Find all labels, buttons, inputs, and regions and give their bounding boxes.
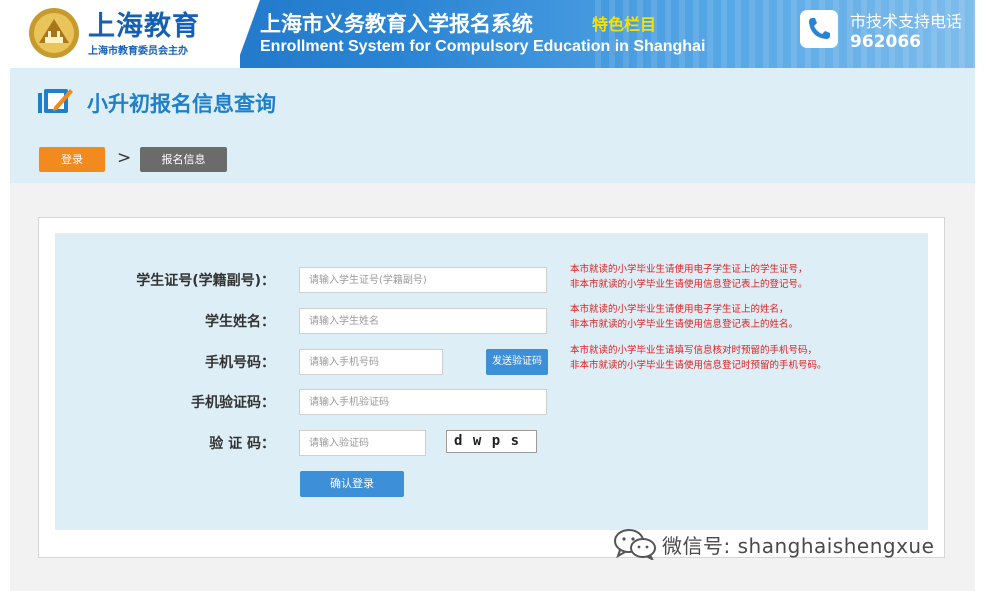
logo-subtitle: 上海市教育委员会主办 xyxy=(88,46,188,57)
system-title-cn: 上海市义务教育入学报名系统 xyxy=(260,12,533,36)
breadcrumb-current-step: 报名信息 xyxy=(140,147,227,172)
phone-input[interactable] xyxy=(299,349,443,375)
send-code-button[interactable]: 发送验证码 xyxy=(486,349,548,375)
phone-note: 本市就读的小学毕业生请填写信息核对时预留的手机号码， 非本市就读的小学毕业生请使… xyxy=(570,343,827,373)
edit-icon xyxy=(38,89,73,113)
breadcrumb-separator: > xyxy=(117,148,132,168)
student-name-label: 学生姓名： xyxy=(205,314,275,330)
student-name-note: 本市就读的小学毕业生请使用电子学生证上的姓名， 非本市就读的小学毕业生请使用信息… xyxy=(570,302,798,332)
wechat-watermark: 微信号: shanghaishengxue xyxy=(612,527,934,561)
note-line: 本市就读的小学毕业生请使用电子学生证上的姓名， xyxy=(570,304,789,315)
sms-code-label: 手机验证码： xyxy=(191,395,275,411)
wechat-icon xyxy=(614,529,656,560)
phone-icon xyxy=(800,10,838,48)
note-line: 本市就读的小学毕业生请填写信息核对时预留的手机号码， xyxy=(570,345,818,356)
breadcrumb-login-step[interactable]: 登录 xyxy=(39,147,105,172)
confirm-login-button[interactable]: 确认登录 xyxy=(300,471,404,497)
page-title: 小升初报名信息查询 xyxy=(87,92,276,116)
system-title-en: Enrollment System for Compulsory Educati… xyxy=(260,38,706,55)
sms-code-input[interactable] xyxy=(299,389,547,415)
captcha-input[interactable] xyxy=(299,430,426,456)
phone-label: 手机号码： xyxy=(205,355,275,371)
title-band: 小升初报名信息查询 登录 > 报名信息 xyxy=(10,68,975,183)
support-phone-number: 962066 xyxy=(850,32,921,52)
system-tag: 特色栏目 xyxy=(592,15,657,34)
note-line: 本市就读的小学毕业生请使用电子学生证上的学生证号， xyxy=(570,264,808,275)
note-line: 非本市就读的小学毕业生请使用信息登记表上的姓名。 xyxy=(570,319,799,330)
note-line: 非本市就读的小学毕业生请使用信息登记时预留的手机号码。 xyxy=(570,360,827,371)
student-id-input[interactable] xyxy=(299,267,547,293)
wechat-id-text: 微信号: shanghaishengxue xyxy=(662,533,935,558)
student-id-label: 学生证号(学籍副号)： xyxy=(136,273,275,289)
student-id-note: 本市就读的小学毕业生请使用电子学生证上的学生证号， 非本市就读的小学毕业生请使用… xyxy=(570,262,808,292)
note-line: 非本市就读的小学毕业生请使用信息登记表上的登记号。 xyxy=(570,279,808,290)
captcha-label: 验 证 码： xyxy=(209,436,275,452)
emblem-logo-icon[interactable] xyxy=(28,7,80,59)
support-phone-label: 市技术支持电话 xyxy=(850,12,963,31)
captcha-image[interactable]: d w p s xyxy=(446,430,537,453)
site-header: 上海教育 上海市教育委员会主办 上海市义务教育入学报名系统 特色栏目 Enrol… xyxy=(10,0,975,68)
student-name-input[interactable] xyxy=(299,308,547,334)
logo-title[interactable]: 上海教育 xyxy=(88,4,200,43)
